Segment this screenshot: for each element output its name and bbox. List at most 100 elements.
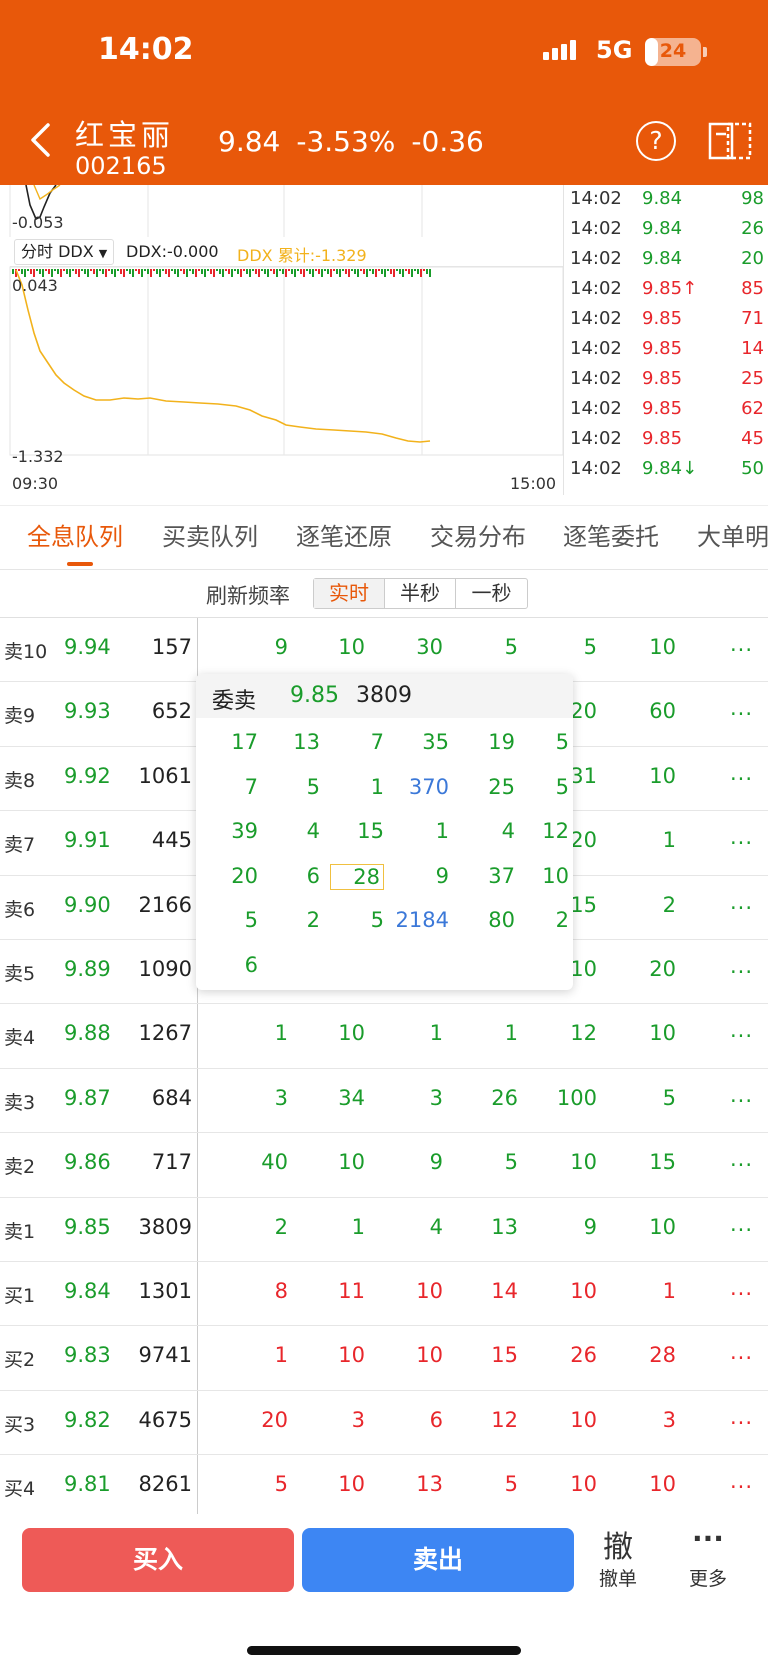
ddx-bar bbox=[423, 269, 425, 271]
ddx-bar bbox=[57, 269, 59, 274]
order-row[interactable]: 买2 9.83 9741 1 10 10 15 26 28... bbox=[0, 1326, 768, 1391]
row-more-button[interactable]: ... bbox=[730, 632, 753, 656]
ddx-bar bbox=[99, 269, 101, 271]
refresh-option-3[interactable]: 一秒 bbox=[456, 579, 527, 608]
popup-queue-volume: 2184 bbox=[395, 908, 449, 932]
ddx-bar bbox=[255, 269, 257, 274]
ddx-max-label: 0.043 bbox=[12, 276, 58, 295]
intraday-ddx-chart[interactable]: -0.053 分时 DDX ▼ DDX:-0.000 DDX 累计:-1.329… bbox=[0, 185, 563, 495]
queue-volume: 10 bbox=[649, 1021, 676, 1046]
row-more-button[interactable]: ... bbox=[730, 1147, 753, 1171]
ddx-bar bbox=[192, 269, 194, 274]
tab-4[interactable]: 交易分布 bbox=[430, 517, 526, 552]
queue-detail-popup[interactable]: 委卖 9.85 3809 17 13 7 35 19 5 7 5 1 370 25 5 39 4 15 1 4 1… bbox=[196, 674, 573, 990]
ddx-bar bbox=[369, 269, 371, 271]
sell-button[interactable]: 卖出 bbox=[302, 1528, 574, 1592]
ddx-bar bbox=[390, 269, 392, 274]
ddx-indicator-select[interactable]: 分时 DDX ▼ bbox=[14, 239, 115, 265]
queue-volume: 12 bbox=[491, 1407, 518, 1432]
ddx-bar bbox=[366, 269, 368, 277]
row-more-button[interactable]: ... bbox=[730, 1469, 753, 1493]
tick-list[interactable]: 14:02 9.84 98 14:02 9.84 26 14:02 9.84 20 14:02 9.… bbox=[563, 185, 768, 495]
tick-row: 14:02 9.85↑ 85 bbox=[564, 275, 768, 307]
refresh-option-1[interactable]: 实时 bbox=[314, 579, 385, 608]
ddx-bar bbox=[387, 269, 389, 271]
order-row[interactable]: 买4 9.81 8261 5 10 13 5 10 10... bbox=[0, 1455, 768, 1514]
queue-volume: 10 bbox=[649, 1214, 676, 1239]
row-more-button[interactable]: ... bbox=[730, 1083, 753, 1107]
tab-5[interactable]: 逐笔委托 bbox=[563, 517, 659, 552]
tick-price: 9.85↑ bbox=[642, 278, 698, 299]
order-row[interactable]: 卖3 9.87 684 3 34 3 26 100 5... bbox=[0, 1069, 768, 1134]
tick-volume: 25 bbox=[741, 368, 764, 389]
cancel-order-button[interactable]: 撤 撤单 bbox=[583, 1522, 653, 1591]
popup-queue-volume: 5 bbox=[555, 730, 569, 754]
ddx-bar bbox=[132, 269, 134, 277]
order-row[interactable]: 买1 9.84 1301 8 11 10 14 10 1... bbox=[0, 1262, 768, 1327]
order-row[interactable]: 卖4 9.88 1267 1 10 1 1 12 10... bbox=[0, 1004, 768, 1069]
more-button[interactable]: ··· 更多 bbox=[673, 1522, 743, 1591]
tick-time: 14:02 bbox=[570, 368, 622, 389]
ddx-bar bbox=[102, 269, 104, 274]
order-price: 9.82 bbox=[64, 1407, 111, 1432]
popup-queue-volume: 4 bbox=[501, 819, 515, 843]
row-more-button[interactable]: ... bbox=[730, 890, 753, 914]
back-icon[interactable] bbox=[28, 122, 52, 158]
order-level: 卖1 bbox=[4, 1220, 36, 1243]
queue-volume: 20 bbox=[261, 1407, 288, 1432]
layout-switch-icon[interactable] bbox=[708, 120, 752, 162]
ddx-bar bbox=[219, 269, 221, 274]
popup-queue-volume: 370 bbox=[408, 774, 449, 799]
tab-3[interactable]: 逐笔还原 bbox=[296, 517, 392, 552]
popup-queue-volume: 5 bbox=[244, 908, 258, 932]
row-more-button[interactable]: ... bbox=[730, 954, 753, 978]
ddx-bar bbox=[378, 269, 380, 271]
row-more-button[interactable]: ... bbox=[730, 825, 753, 849]
order-row[interactable]: 卖10 9.94 157 9 10 30 5 5 10... bbox=[0, 618, 768, 683]
chart-top-value: -0.053 bbox=[12, 213, 64, 232]
ddx-bar bbox=[159, 269, 161, 277]
tab-2[interactable]: 买卖队列 bbox=[162, 517, 258, 552]
help-icon[interactable]: ? bbox=[636, 121, 676, 161]
popup-queue-volume: 12 bbox=[542, 819, 569, 843]
ddx-bar bbox=[165, 269, 167, 274]
queue-volume: 10 bbox=[416, 1279, 443, 1303]
queue-volume: 5 bbox=[504, 635, 518, 659]
ddx-bar bbox=[285, 269, 287, 277]
order-row[interactable]: 卖2 9.86 717 40 10 9 5 10 15... bbox=[0, 1133, 768, 1198]
row-more-button[interactable]: ... bbox=[730, 1405, 753, 1429]
tab-6[interactable]: 大单明 bbox=[697, 517, 768, 552]
queue-volume: 1 bbox=[274, 1021, 288, 1046]
buy-button[interactable]: 买入 bbox=[22, 1528, 294, 1592]
ddx-bar bbox=[90, 269, 92, 271]
ddx-bar bbox=[303, 269, 305, 277]
ddx-bar bbox=[243, 269, 245, 271]
tick-price: 9.84↓ bbox=[642, 458, 698, 479]
popup-queue-volume: 39 bbox=[231, 819, 258, 843]
ddx-bar bbox=[270, 269, 272, 271]
row-more-button[interactable]: ... bbox=[730, 696, 753, 720]
popup-queue-volume: 1 bbox=[370, 774, 384, 799]
tab-1[interactable]: 全息队列 bbox=[27, 517, 123, 552]
ddx-bar bbox=[300, 269, 302, 274]
ddx-bar bbox=[414, 269, 416, 271]
ddx-bar bbox=[411, 269, 413, 277]
order-row[interactable]: 买3 9.82 4675 20 3 6 12 10 3... bbox=[0, 1391, 768, 1456]
ddx-bar bbox=[78, 269, 80, 277]
queue-volume: 10 bbox=[570, 1407, 597, 1432]
queue-volume: 10 bbox=[649, 635, 676, 659]
ddx-bar bbox=[45, 269, 47, 271]
queue-volume: 1 bbox=[351, 1214, 365, 1239]
row-more-button[interactable]: ... bbox=[730, 1276, 753, 1300]
order-row[interactable]: 卖1 9.85 3809 2 1 4 13 9 10... bbox=[0, 1198, 768, 1262]
row-more-button[interactable]: ... bbox=[730, 761, 753, 785]
row-more-button[interactable]: ... bbox=[730, 1212, 753, 1236]
refresh-option-2[interactable]: 半秒 bbox=[385, 579, 456, 608]
row-more-button[interactable]: ... bbox=[730, 1018, 753, 1042]
ddx-bar bbox=[405, 269, 407, 271]
order-price: 9.94 bbox=[64, 635, 111, 659]
row-more-button[interactable]: ... bbox=[730, 1340, 753, 1364]
popup-queue-volume: 6 bbox=[306, 863, 320, 888]
ddx-bar bbox=[282, 269, 284, 274]
tick-row: 14:02 9.85 71 bbox=[564, 305, 768, 337]
